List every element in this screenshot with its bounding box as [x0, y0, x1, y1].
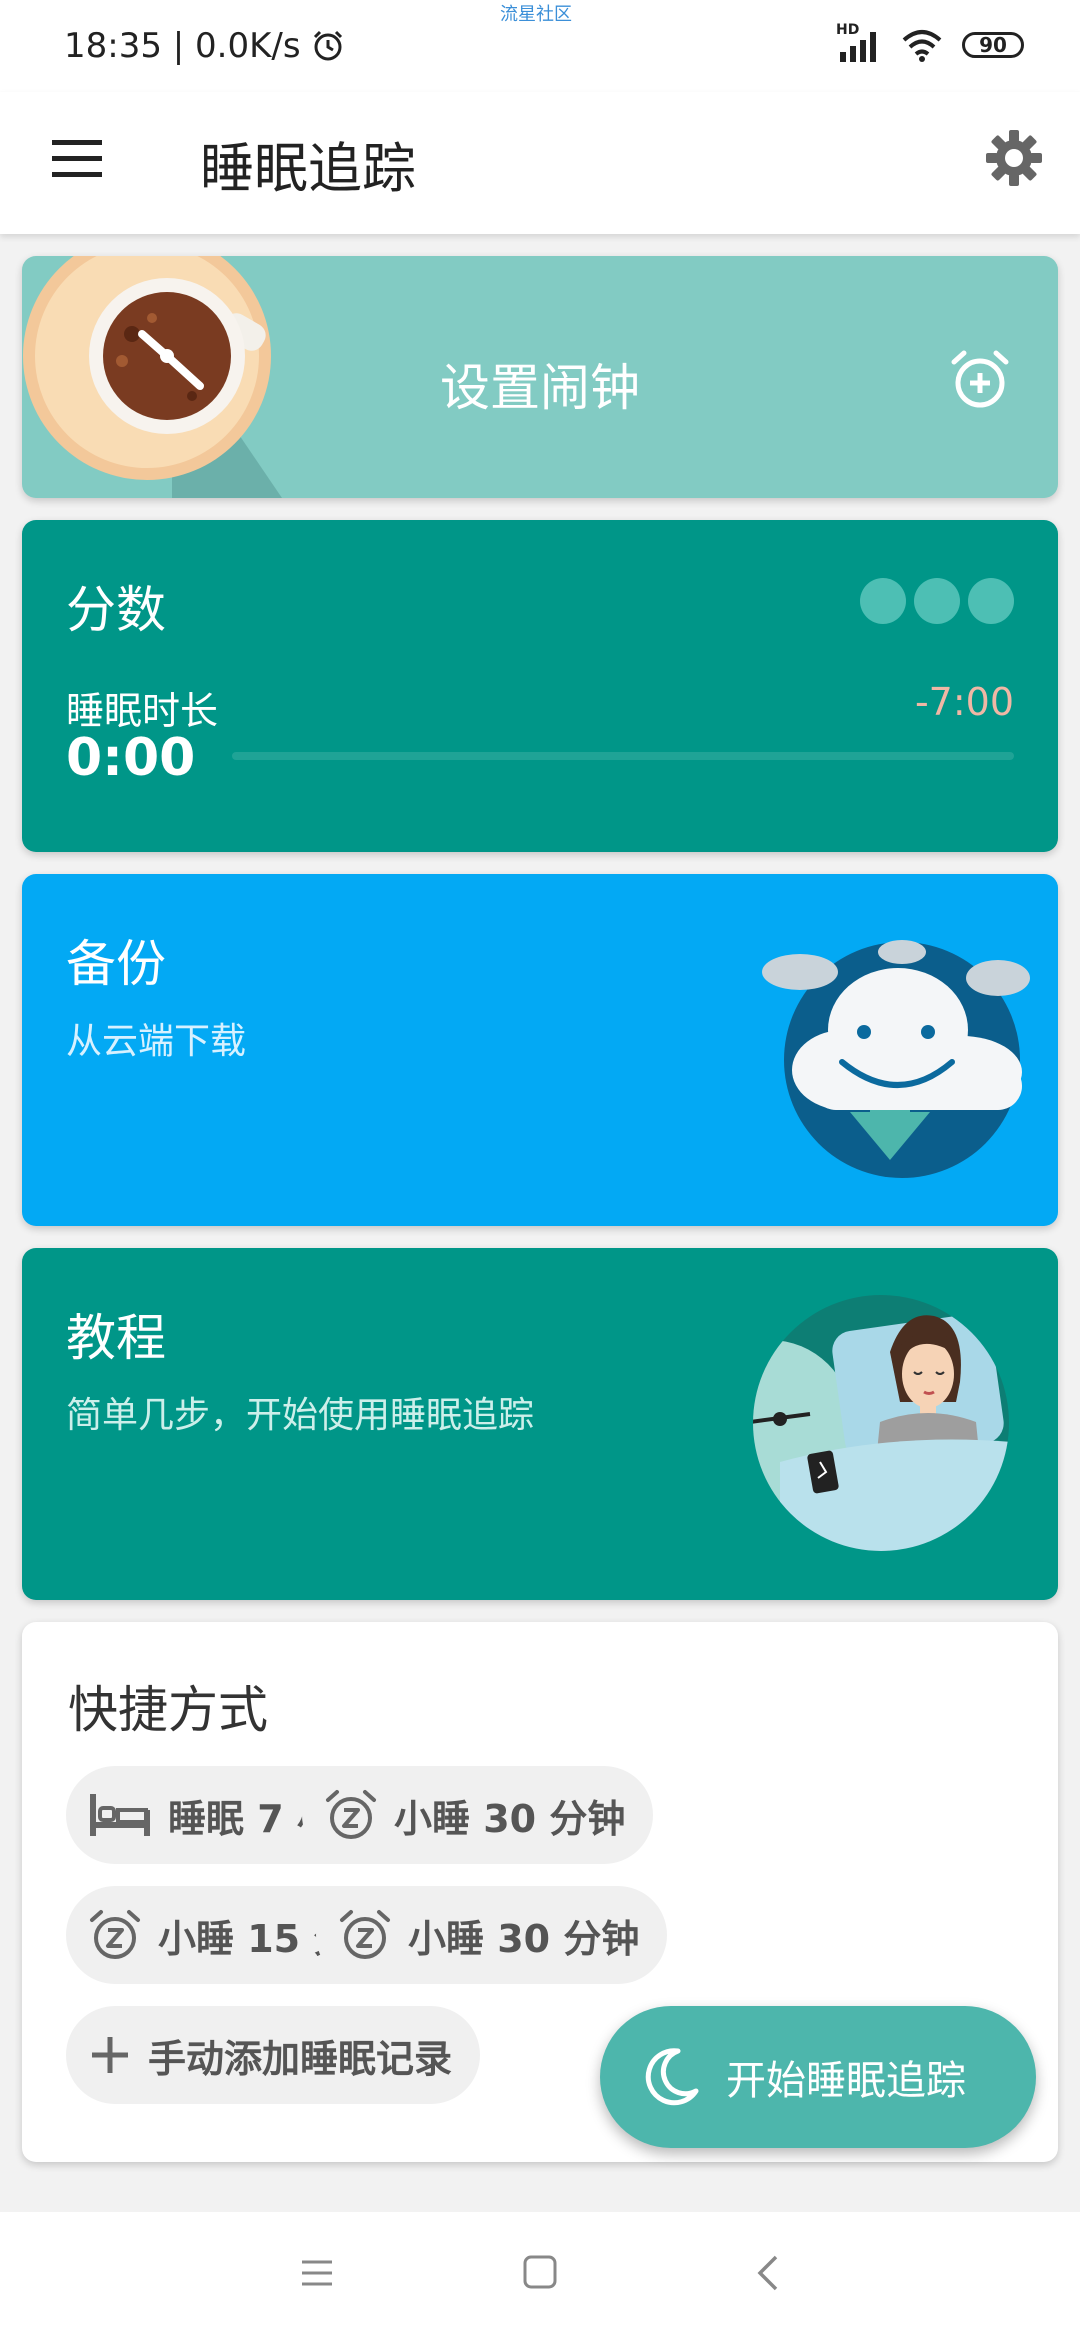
- cellular-signal-icon: HD: [836, 22, 882, 62]
- start-tracking-label: 开始睡眠追踪: [726, 2058, 966, 2104]
- gear-icon[interactable]: [982, 126, 1046, 190]
- page-title: 睡眠追踪: [200, 137, 416, 200]
- status-bar: 流星社区 18:35 | 0.0K/s HD 90: [0, 0, 1080, 92]
- score-dot: [968, 578, 1014, 624]
- recents-menu-icon[interactable]: [300, 2256, 334, 2290]
- status-right: HD 90: [836, 22, 1024, 62]
- set-alarm-label: 设置闹钟: [440, 359, 640, 417]
- start-tracking-fab[interactable]: 开始睡眠追踪: [600, 2006, 1036, 2148]
- shortcut-label: 手动添加睡眠记录: [148, 2036, 453, 2081]
- sleeping-woman-illustration: [753, 1295, 1009, 1551]
- home-square-icon[interactable]: [522, 2254, 558, 2290]
- score-dot: [860, 578, 906, 624]
- cloud-download-illustration: [762, 940, 1030, 1178]
- shortcut-label: 小睡 30 分钟: [394, 1796, 626, 1841]
- alarm-add-icon[interactable]: [948, 348, 1012, 412]
- moon-icon: [645, 2048, 699, 2106]
- tutorial-subtitle: 简单几步，开始使用睡眠追踪: [66, 1395, 535, 1436]
- app-bar: 睡眠追踪: [0, 92, 1080, 234]
- shortcuts-title: 快捷方式: [68, 1681, 268, 1739]
- watermark: 流星社区: [500, 4, 572, 25]
- battery-icon: 90: [962, 32, 1024, 58]
- score-title: 分数: [66, 581, 166, 639]
- nap-alarm-icon: [90, 1910, 140, 1959]
- shortcut-label: 小睡 30 分钟: [408, 1916, 640, 1961]
- sleep-duration-value: 0:00: [66, 728, 196, 788]
- hamburger-menu-icon[interactable]: [48, 130, 106, 188]
- bed-icon: [90, 1794, 150, 1836]
- sleep-deficit-value: -7:00: [914, 680, 1014, 724]
- nap-alarm-icon: [326, 1790, 376, 1839]
- score-card[interactable]: 分数 睡眠时长 0:00 -7:00: [22, 520, 1058, 852]
- alarm-status-icon: [313, 30, 342, 61]
- system-nav-bar: [0, 2212, 1080, 2340]
- nap-alarm-icon: [340, 1910, 390, 1959]
- network-type-label: HD: [836, 22, 860, 38]
- backup-subtitle: 从云端下载: [66, 1021, 247, 1062]
- add-sleep-record-button[interactable]: 手动添加睡眠记录: [66, 2006, 481, 2104]
- set-alarm-card[interactable]: 设置闹钟: [22, 256, 1058, 498]
- back-chevron-icon[interactable]: [754, 2254, 782, 2292]
- backup-title: 备份: [66, 935, 166, 993]
- wifi-icon: [902, 30, 942, 62]
- status-left: 18:35 | 0.0K/s: [64, 26, 345, 66]
- sleep-duration-progress: [232, 752, 1014, 760]
- tutorial-card[interactable]: 教程 简单几步，开始使用睡眠追踪: [22, 1248, 1058, 1600]
- plus-icon: [92, 2037, 128, 2073]
- sleep-duration-label: 睡眠时长: [66, 689, 219, 733]
- shortcut-nap-30m[interactable]: 小睡 30 分钟: [302, 1766, 654, 1864]
- shortcut-nap-30m-2[interactable]: 小睡 30 分钟: [316, 1886, 668, 1984]
- status-time-speed: 18:35 | 0.0K/s: [64, 26, 301, 66]
- tutorial-title: 教程: [66, 1309, 166, 1367]
- backup-card[interactable]: 备份 从云端下载: [22, 874, 1058, 1226]
- battery-level: 90: [979, 33, 1007, 57]
- score-dot: [914, 578, 960, 624]
